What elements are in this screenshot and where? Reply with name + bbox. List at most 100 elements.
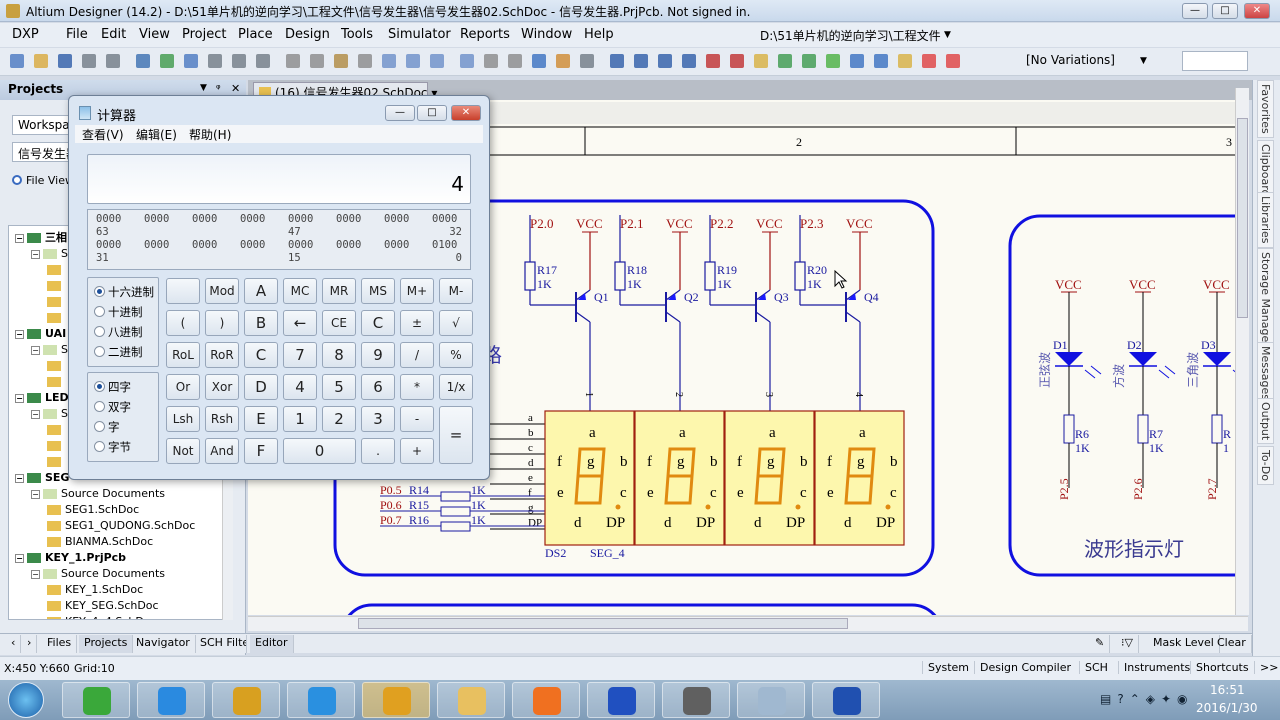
- mask-level-button[interactable]: Mask Level: [1148, 635, 1220, 653]
- redo-icon[interactable]: [508, 54, 522, 68]
- calc-key-4[interactable]: 4: [283, 374, 317, 400]
- menu-place[interactable]: Place: [238, 27, 273, 42]
- calc-key-C[interactable]: C: [361, 310, 395, 336]
- dock-tab-storage-manager[interactable]: Storage Manager: [1257, 248, 1274, 351]
- collapse-icon[interactable]: −: [15, 393, 24, 403]
- tab-files[interactable]: Files: [42, 635, 78, 653]
- tray-icons[interactable]: ▤?⌃◈✦◉: [1100, 692, 1194, 706]
- radio-icon[interactable]: [94, 421, 105, 432]
- calc-key-E[interactable]: E: [244, 406, 278, 432]
- calc-key-5[interactable]: 5: [322, 374, 356, 400]
- radio-icon[interactable]: [94, 286, 105, 297]
- horizontal-scroll-thumb[interactable]: [358, 618, 848, 629]
- minimize-button[interactable]: —: [1182, 3, 1208, 19]
- path-combo[interactable]: D:\51单片机的逆向学习\工程文件: [760, 27, 941, 44]
- bus-entry-icon[interactable]: [658, 54, 672, 68]
- deselect-icon[interactable]: [430, 54, 444, 68]
- calc-key-Lsh[interactable]: Lsh: [166, 406, 200, 432]
- panel-menu-icon[interactable]: ▼: [200, 83, 207, 93]
- inspect-icon[interactable]: [556, 54, 570, 68]
- calc-key-M+[interactable]: M+: [400, 278, 434, 304]
- tree-item-folder[interactable]: − S: [31, 406, 68, 422]
- menu-window[interactable]: Window: [521, 27, 572, 42]
- print-icon[interactable]: [82, 54, 96, 68]
- calc-key-.[interactable]: .: [361, 438, 395, 464]
- calc-key-0[interactable]: 0: [283, 438, 356, 464]
- dock-tab-messages[interactable]: Messages: [1257, 342, 1274, 404]
- tab-projects[interactable]: Projects: [79, 635, 134, 653]
- calc-key-blank[interactable]: [166, 278, 200, 304]
- compile-icon[interactable]: [136, 54, 150, 68]
- select-icon[interactable]: [382, 54, 396, 68]
- cross-probe-icon[interactable]: [532, 54, 546, 68]
- calc-key-F[interactable]: F: [244, 438, 278, 464]
- word-radio[interactable]: 字: [94, 419, 120, 435]
- base-radio[interactable]: 二进制: [94, 344, 143, 360]
- calc-key-←[interactable]: ←: [283, 310, 317, 336]
- sheet-icon[interactable]: [184, 54, 198, 68]
- tree-item-folder[interactable]: − S: [31, 342, 68, 358]
- bus-icon[interactable]: [634, 54, 648, 68]
- file-view-radio[interactable]: File View: [12, 174, 74, 187]
- calc-key-√[interactable]: √: [439, 310, 473, 336]
- scroll-left-icon[interactable]: ‹: [6, 635, 22, 653]
- vcc-icon[interactable]: [730, 54, 744, 68]
- taskbar-button[interactable]: [812, 682, 880, 718]
- base-radio[interactable]: 十六进制: [94, 284, 154, 300]
- tree-item-file[interactable]: SEG1_QUDONG.SchDoc: [47, 518, 195, 534]
- calc-key-6[interactable]: 6: [361, 374, 395, 400]
- calc-key-CE[interactable]: CE: [322, 310, 356, 336]
- tree-item-folder[interactable]: − Source Documents: [31, 486, 165, 502]
- menu-simulator[interactable]: Simulator: [388, 27, 451, 42]
- collapse-icon[interactable]: −: [31, 345, 40, 355]
- calc-key-A[interactable]: A: [244, 278, 278, 304]
- taskbar-button[interactable]: [737, 682, 805, 718]
- tree-item-file[interactable]: [47, 454, 65, 470]
- sheet-symbol-icon[interactable]: [778, 54, 792, 68]
- close-button[interactable]: ✕: [1244, 3, 1270, 19]
- clear-filter-icon[interactable]: [460, 54, 474, 68]
- filter-icon[interactable]: ⁝▽: [1116, 635, 1139, 653]
- tree-item-project[interactable]: − 三相: [15, 230, 67, 246]
- net-label-icon[interactable]: [682, 54, 696, 68]
- move-icon[interactable]: [406, 54, 420, 68]
- word-radio[interactable]: 双字: [94, 399, 131, 415]
- calc-key-/[interactable]: /: [400, 342, 434, 368]
- calc-key-Xor[interactable]: Xor: [205, 374, 239, 400]
- radio-icon[interactable]: [94, 326, 105, 337]
- calc-key-9[interactable]: 9: [361, 342, 395, 368]
- taskbar-button[interactable]: [62, 682, 130, 718]
- status-system-button[interactable]: System: [922, 661, 974, 674]
- calc-key-*[interactable]: *: [400, 374, 434, 400]
- tree-item-folder[interactable]: − S: [31, 246, 68, 262]
- tab-navigator[interactable]: Navigator: [131, 635, 196, 653]
- calc-key-D[interactable]: D: [244, 374, 278, 400]
- calc-key-And[interactable]: And: [205, 438, 239, 464]
- calc-key-Not[interactable]: Not: [166, 438, 200, 464]
- taskbar-button[interactable]: [287, 682, 355, 718]
- zoom-fit-icon[interactable]: [208, 54, 222, 68]
- tree-item-file[interactable]: [47, 278, 65, 294]
- calc-close-button[interactable]: ✕: [451, 105, 481, 121]
- tree-item-file[interactable]: [47, 422, 65, 438]
- part-icon[interactable]: [754, 54, 768, 68]
- no-erc-icon[interactable]: [922, 54, 936, 68]
- variations-dropdown[interactable]: [No Variations]: [1026, 53, 1115, 67]
- tree-item-project[interactable]: − UAI: [15, 326, 66, 342]
- menu-dxp[interactable]: DXP: [12, 27, 39, 42]
- taskbar-button[interactable]: [512, 682, 580, 718]
- taskbar-button[interactable]: [212, 682, 280, 718]
- taskbar-button[interactable]: [137, 682, 205, 718]
- calc-key-±[interactable]: ±: [400, 310, 434, 336]
- paste-icon[interactable]: [334, 54, 348, 68]
- dock-tab-favorites[interactable]: Favorites: [1257, 80, 1274, 138]
- calc-key-MS[interactable]: MS: [361, 278, 395, 304]
- collapse-icon[interactable]: −: [15, 329, 24, 339]
- horizontal-scrollbar[interactable]: [248, 616, 1248, 631]
- calc-minimize-button[interactable]: —: [385, 105, 415, 121]
- clock-date[interactable]: 2016/1/30: [1196, 701, 1258, 715]
- taskbar-button[interactable]: [587, 682, 655, 718]
- tree-item-file[interactable]: SEG1.SchDoc: [47, 502, 139, 518]
- tree-item-file[interactable]: [47, 358, 65, 374]
- radio-icon[interactable]: [94, 346, 105, 357]
